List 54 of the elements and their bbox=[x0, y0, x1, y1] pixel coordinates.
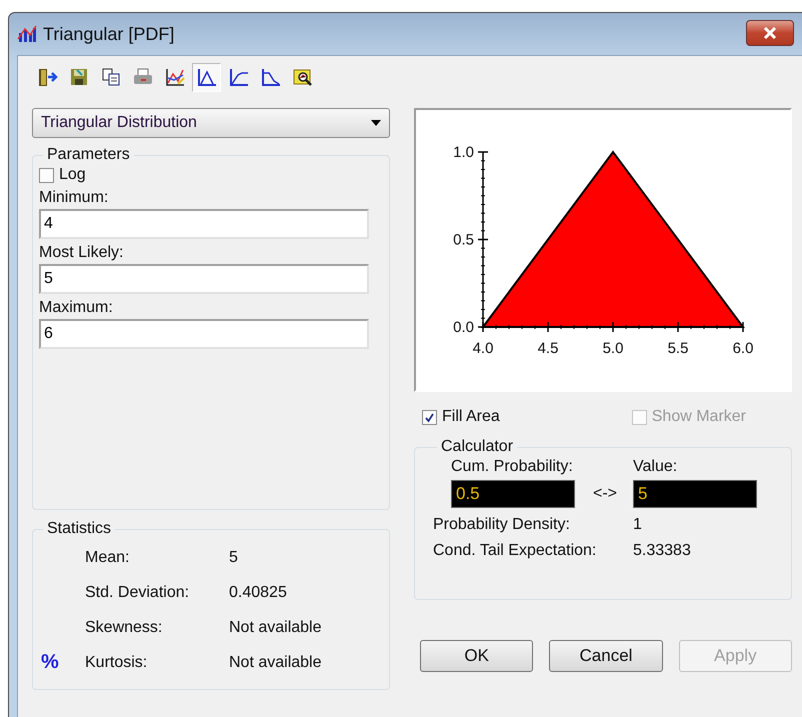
input-field[interactable]: 5 bbox=[39, 264, 369, 294]
x-tick-label: 5.5 bbox=[668, 340, 688, 357]
statistic-value: Not available bbox=[229, 618, 322, 636]
dialog-button[interactable]: OK bbox=[420, 640, 534, 672]
checkbox-label: Show Marker bbox=[652, 408, 746, 426]
bar-chart-icon bbox=[17, 25, 37, 43]
field-label: Value: bbox=[633, 458, 678, 476]
statistic-value: 0.40825 bbox=[229, 584, 287, 602]
x-tick-label: 6.0 bbox=[732, 340, 754, 357]
log-checkbox[interactable] bbox=[39, 168, 54, 182]
chart-overlay-icon bbox=[164, 66, 186, 88]
dialog-button[interactable]: Cancel bbox=[549, 640, 663, 672]
x-tick-label: 4.5 bbox=[538, 340, 558, 357]
input-field[interactable]: 4 bbox=[39, 209, 369, 239]
caret-icon bbox=[371, 120, 381, 126]
field-label: Maximum: bbox=[39, 299, 114, 317]
value-field[interactable]: 5 bbox=[633, 480, 757, 508]
field-label: Cum. Probability: bbox=[451, 458, 574, 476]
statistic-value: Not available bbox=[229, 654, 322, 672]
checkbox-label: Fill Area bbox=[442, 408, 500, 426]
x-tick-label: 5.0 bbox=[602, 340, 624, 357]
cumulative-curve-icon bbox=[228, 66, 250, 88]
y-tick-label: 0.0 bbox=[453, 319, 474, 336]
result-value: 5.33383 bbox=[633, 542, 691, 560]
result-label: Cond. Tail Expectation: bbox=[433, 542, 598, 560]
statistic-label: Std. Deviation: bbox=[85, 584, 190, 602]
density-curve-icon bbox=[196, 66, 218, 88]
distribution-dropdown[interactable]: Triangular Distribution bbox=[32, 108, 390, 138]
checkbox-label: Log bbox=[59, 166, 86, 184]
percent-menu-button[interactable]: % bbox=[39, 651, 59, 674]
group-title: Statistics bbox=[46, 520, 112, 538]
statistic-label: Mean: bbox=[85, 548, 130, 566]
toolbar-button[interactable] bbox=[192, 62, 221, 92]
group-title: Calculator bbox=[440, 438, 514, 456]
y-tick-label: 0.5 bbox=[453, 232, 474, 248]
fill-area-checkbox[interactable] bbox=[422, 410, 437, 424]
input-field[interactable]: 6 bbox=[39, 319, 369, 349]
field-label: Minimum: bbox=[39, 189, 110, 207]
link-symbol: <-> bbox=[592, 485, 618, 503]
field-label: Most Likely: bbox=[39, 244, 124, 262]
probability-field[interactable]: 0.5 bbox=[451, 480, 575, 508]
decreasing-curve-icon bbox=[260, 66, 282, 88]
statistic-value: 5 bbox=[229, 548, 238, 566]
window-title: Triangular [PDF] bbox=[43, 24, 176, 44]
statistic-label: Kurtosis: bbox=[85, 654, 148, 672]
close-icon bbox=[763, 27, 777, 39]
group-title: Parameters bbox=[46, 146, 131, 164]
result-label: Probability Density: bbox=[433, 516, 571, 534]
y-tick-label: 1.0 bbox=[453, 144, 474, 161]
copy-icon bbox=[100, 66, 122, 88]
result-value: 1 bbox=[633, 516, 642, 534]
close-button[interactable] bbox=[746, 20, 794, 46]
statistic-label: Skewness: bbox=[85, 618, 164, 636]
x-tick-label: 4.0 bbox=[472, 340, 494, 357]
